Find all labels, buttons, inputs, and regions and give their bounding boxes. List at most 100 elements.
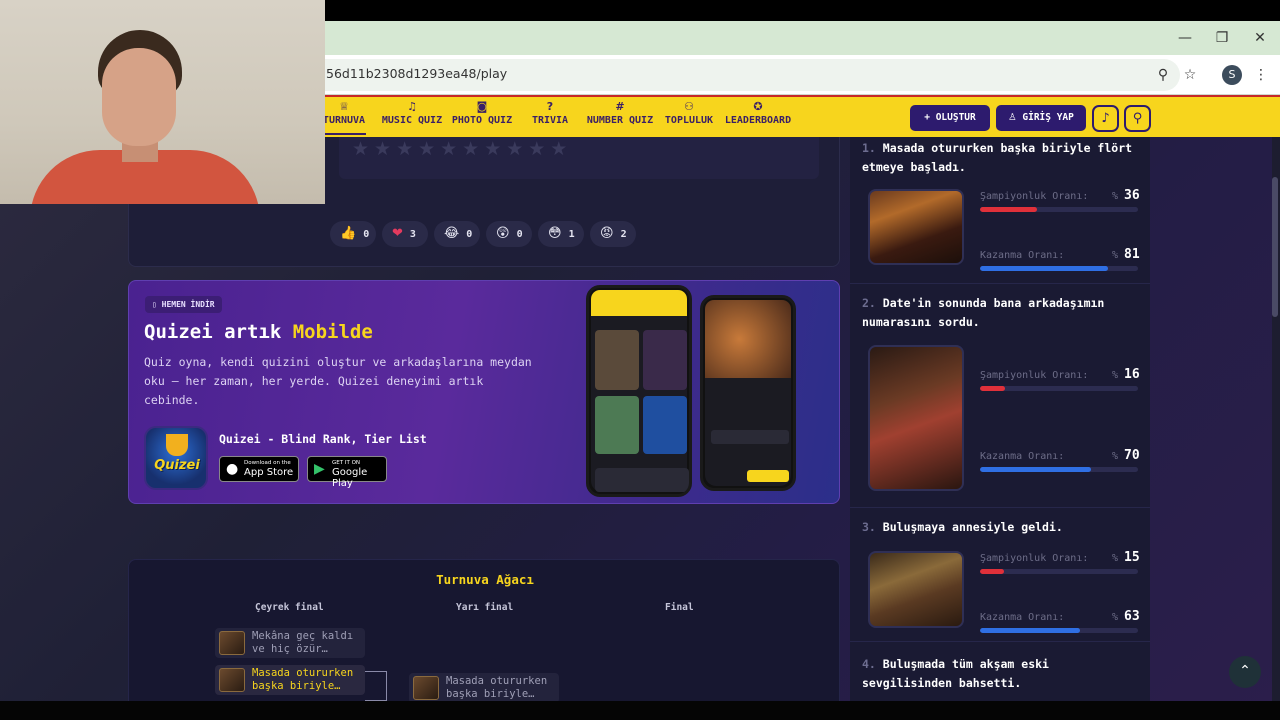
nav-topluluk[interactable]: ⚇ TOPLULUK [664, 99, 714, 135]
nav-label: TOPLULUK [664, 115, 714, 126]
scroll-thumb[interactable] [1272, 177, 1278, 317]
reaction-count: 0 [466, 229, 473, 240]
reaction-laugh[interactable]: 😂 0 [434, 221, 480, 247]
reaction-flushed[interactable]: 😳 1 [538, 221, 584, 247]
url-text[interactable]: 56d11b2308d1293ea48/play [326, 66, 507, 81]
pct-sign: % [1112, 250, 1119, 261]
trophy-icon: ♕ [339, 100, 349, 113]
ranking-item[interactable]: 3. Buluşmaya annesiyle geldi. Şampiyonlu… [850, 508, 1150, 642]
win-rate-bar [980, 467, 1138, 472]
champion-rate-bar [980, 569, 1138, 574]
app-logo-text: Quizei [154, 458, 200, 473]
entry-thumbnail [413, 676, 439, 700]
nav-number-quiz[interactable]: # NUMBER QUIZ [585, 99, 655, 135]
phone-mockup-left [586, 285, 692, 497]
zoom-icon[interactable]: ⚲ [1152, 64, 1174, 86]
profile-avatar[interactable]: S [1222, 65, 1242, 85]
nav-turnuva[interactable]: ♕ TURNUVA [322, 99, 366, 135]
login-button[interactable]: ♙ GİRİŞ YAP [996, 105, 1086, 131]
user-icon: ♙ [1008, 112, 1017, 123]
nav-music-quiz[interactable]: ♫ MUSIC QUIZ [380, 99, 444, 135]
app-store-small: Download on the [244, 460, 291, 466]
champion-rate-value: 36 [1124, 188, 1140, 203]
google-play-button[interactable]: ▶ GET IT ON Google Play [307, 456, 387, 489]
win-rate-bar [980, 266, 1138, 271]
match-entry[interactable]: Mekâna geç kaldı ve hiç özür… [215, 628, 365, 658]
champion-rate-fill [980, 386, 1006, 391]
camera-icon: ◙ [476, 100, 488, 113]
taskbar [0, 701, 1280, 720]
phone-screen [591, 290, 689, 492]
champion-rate-value: 16 [1124, 367, 1140, 382]
create-button[interactable]: + OLUŞTUR [910, 105, 990, 131]
entry-thumbnail [219, 631, 245, 655]
ranking-image [868, 345, 964, 491]
ranking-item[interactable]: 2. Date'in sonunda bana arkadaşımın numa… [850, 284, 1150, 508]
app-store-button[interactable]: ● Download on the App Store [219, 456, 299, 482]
round-label-semifinal: Yarı final [456, 602, 514, 613]
question-icon: ? [546, 100, 554, 113]
medal-icon: ✪ [753, 100, 763, 113]
champion-rate-label: Şampiyonluk Oranı: [980, 553, 1089, 564]
reaction-angry[interactable]: 😡 2 [590, 221, 636, 247]
screen: — ❐ ✕ 56d11b2308d1293ea48/play ⚲ ☆ ⋮ S ♕… [0, 0, 1280, 720]
login-label: GİRİŞ YAP [1022, 112, 1074, 123]
menu-dots-icon[interactable]: ⋮ [1250, 64, 1272, 86]
champion-rate-bar [980, 207, 1138, 212]
trophy-icon [166, 434, 188, 456]
match-entry-winner[interactable]: Masada otururken başka biriyle… [215, 665, 365, 695]
people-icon: ⚇ [684, 100, 694, 113]
app-logo: Quizei [144, 426, 208, 490]
bookmark-star-icon[interactable]: ☆ [1179, 64, 1201, 86]
heart-icon: ❤ [392, 226, 403, 241]
notification-bell-icon[interactable]: ♪ [1092, 105, 1119, 132]
banner-title: Quizei artık Mobilde [144, 321, 373, 343]
page-scrollbar[interactable] [1272, 137, 1280, 701]
ranking-item[interactable]: 1. Masada otururken başka biriyle flört … [850, 137, 1150, 284]
webcam-overlay [0, 0, 325, 204]
ranking-question: 3. Buluşmaya annesiyle geldi. [862, 520, 1063, 534]
reaction-count: 2 [620, 229, 627, 240]
reaction-surprised[interactable]: 😲 0 [486, 221, 532, 247]
download-now-badge: ▯ HEMEN İNDİR [145, 296, 222, 313]
ranking-image [868, 551, 964, 628]
match-entry[interactable]: Masada otururken başka biriyle… [409, 673, 559, 701]
nav-leaderboard[interactable]: ✪ LEADERBOARD [724, 99, 792, 135]
champion-rate-bar [980, 386, 1138, 391]
flushed-icon: 😳 [548, 226, 562, 241]
ranking-item[interactable]: 4. Buluşmada tüm akşam eski sevgilisinde… [850, 642, 1150, 701]
minimize-icon[interactable]: — [1173, 27, 1197, 49]
nav-label: NUMBER QUIZ [586, 115, 654, 126]
ranking-question: 2. Date'in sonunda bana arkadaşımın numa… [862, 296, 1105, 329]
reaction-count: 0 [516, 229, 523, 240]
champion-rate-label: Şampiyonluk Oranı: [980, 191, 1089, 202]
nav-photo-quiz[interactable]: ◙ PHOTO QUIZ [450, 99, 514, 135]
scroll-to-top-button[interactable]: ⌃ [1229, 656, 1261, 688]
thumbs-up-icon: 👍 [340, 226, 357, 241]
angry-icon: 😡 [600, 226, 614, 241]
google-play-icon: ▶ [314, 461, 325, 477]
tree-title: Turnuva Ağacı [436, 572, 534, 587]
round-label-final: Final [665, 602, 694, 613]
win-rate-bar [980, 628, 1138, 633]
ranking-question: 4. Buluşmada tüm akşam eski sevgilisinde… [862, 657, 1049, 690]
reaction-count: 1 [568, 229, 575, 240]
restore-icon[interactable]: ❐ [1210, 27, 1234, 49]
pct-sign: % [1112, 370, 1119, 381]
reaction-heart[interactable]: ❤ 3 [382, 221, 428, 247]
mobile-app-banner: ▯ HEMEN İNDİR Quizei artık Mobilde Quiz … [128, 280, 840, 504]
phone-mockup-right [700, 295, 796, 491]
reaction-thumbs-up[interactable]: 👍 0 [330, 221, 376, 247]
win-rate-value: 81 [1124, 247, 1140, 262]
champion-rate-value: 15 [1124, 550, 1140, 565]
entry-label: Mekâna geç kaldı ve hiç özür… [252, 630, 354, 655]
search-icon[interactable]: ⚲ [1124, 105, 1151, 132]
close-icon[interactable]: ✕ [1248, 27, 1272, 49]
star-rating[interactable]: ★★★★★★★★★★ [352, 138, 572, 160]
ranking-question: 1. Masada otururken başka biriyle flört … [862, 141, 1133, 174]
champion-rate-fill [980, 569, 1004, 574]
banner-description: Quiz oyna, kendi quizini oluştur ve arka… [144, 355, 532, 407]
nav-trivia[interactable]: ? TRIVIA [530, 99, 570, 135]
chevron-up-icon: ⌃ [1239, 663, 1251, 679]
reaction-count: 0 [363, 229, 370, 240]
